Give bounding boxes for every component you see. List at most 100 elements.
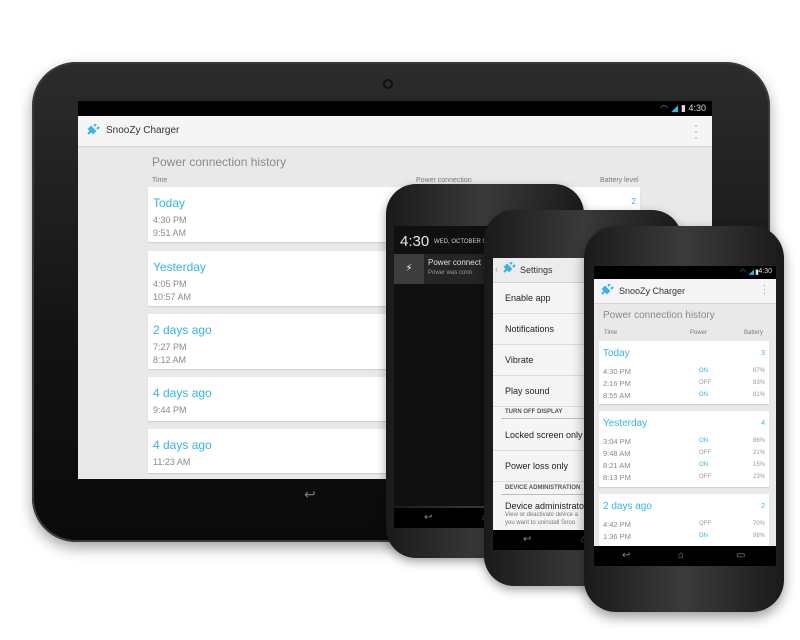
history-row: 1:36 PM ON 98% <box>603 532 765 543</box>
plug-icon: ⚡ <box>394 254 424 284</box>
tablet-action-bar: SnooZy Charger · · · <box>78 116 712 147</box>
row-battery: 23% <box>752 474 765 480</box>
history-row: 8:55 AM ON 81% <box>603 391 765 402</box>
row-battery: 21% <box>752 450 765 456</box>
plug-logo-icon <box>87 124 100 135</box>
back-icon[interactable]: ↩ <box>622 550 630 561</box>
signal-icon: ◢ <box>671 103 678 113</box>
wifi-icon: ◠ <box>739 269 746 276</box>
settings-item-label: Play sound <box>505 386 550 396</box>
history-row: 8:13 PM OFF 23% <box>603 473 765 484</box>
status-time: 4:30 <box>688 103 706 113</box>
settings-item-label: Locked screen only <box>505 430 583 440</box>
settings-title: Settings <box>520 265 553 275</box>
card-count: 2 <box>761 503 765 510</box>
notification-text: Power was conn <box>428 270 473 276</box>
status-time: 4:30 <box>758 268 772 275</box>
back-icon[interactable]: ↩ <box>523 534 531 545</box>
row-power: ON <box>699 462 708 468</box>
up-chevron-icon[interactable]: ‹ <box>495 264 498 274</box>
card-day: 4 days ago <box>153 438 212 452</box>
card-time: 8:12 AM <box>153 355 187 365</box>
row-battery: 67% <box>752 368 765 374</box>
column-battery: Battery level <box>600 177 639 184</box>
row-time: 8:13 PM <box>603 473 631 482</box>
phone-status-bar: ◠ ◢ ▮ 4:30 <box>594 266 776 279</box>
history-row: 2:16 PM OFF 83% <box>603 379 765 390</box>
row-time: 3:04 PM <box>603 437 631 446</box>
signal-icon: ◢ <box>748 269 754 276</box>
column-power: Power connection <box>416 177 472 184</box>
row-battery: 81% <box>752 392 765 398</box>
row-power: ON <box>699 368 708 374</box>
history-screen: ◠ ◢ ▮ 4:30 SnooZy Charger · · · Power conn… <box>594 266 776 546</box>
settings-item-label: Power loss only <box>505 461 569 471</box>
row-time: 9:48 AM <box>603 449 631 458</box>
page-title: Power connection history <box>603 310 715 321</box>
row-battery: 98% <box>752 533 765 539</box>
phone-action-bar: SnooZy Charger · · · <box>594 279 776 304</box>
plug-logo-icon <box>601 284 614 295</box>
row-time: 8:21 AM <box>603 461 631 470</box>
section-header: TURN OFF DISPLAY <box>505 409 563 415</box>
section-header: DEVICE ADMINISTRATION <box>505 485 581 491</box>
tablet-camera <box>383 79 393 89</box>
card-time: 4:30 PM <box>153 215 187 225</box>
page-title: Power connection history <box>152 155 287 169</box>
tablet-status-bar: ◠ ◢ ▮ 4:30 <box>78 101 712 116</box>
row-power: OFF <box>699 450 711 456</box>
card-time: 9:44 PM <box>153 405 187 415</box>
row-power: ON <box>699 438 708 444</box>
card-day: Yesterday <box>153 260 206 274</box>
overflow-menu-icon[interactable]: · · · <box>694 119 698 143</box>
app-title: SnooZy Charger <box>106 125 180 136</box>
card-day: Today <box>153 196 186 210</box>
settings-item-label: Notifications <box>505 324 555 334</box>
recents-icon[interactable]: ▭ <box>736 550 745 561</box>
row-battery: 15% <box>752 462 765 468</box>
settings-item-summary: you want to uninstall Snoo <box>505 520 576 526</box>
history-row: 3:04 PM ON 86% <box>603 437 765 448</box>
history-row: 4:42 PM OFF 70% <box>603 520 765 531</box>
card-time: 11:23 AM <box>153 457 191 467</box>
plug-logo-icon <box>503 262 516 273</box>
battery-icon: ▮ <box>681 103 686 113</box>
settings-item-summary: View or deactivate device a <box>505 512 578 518</box>
row-power: OFF <box>699 521 711 527</box>
back-icon[interactable]: ↩ <box>424 512 432 523</box>
history-row: 4:30 PM ON 67% <box>603 367 765 378</box>
overflow-menu-icon[interactable]: · · · <box>763 281 766 298</box>
back-icon[interactable]: ↩ <box>304 486 316 503</box>
notification-title: Power connect <box>428 258 481 267</box>
row-time: 4:30 PM <box>603 367 631 376</box>
history-row: 9:48 AM OFF 21% <box>603 449 765 460</box>
card-time: 10:57 AM <box>153 292 192 302</box>
history-card[interactable]: Yesterday 4 3:04 PM ON 86% 9:48 AM OFF 21% 8… <box>599 411 769 487</box>
shade-date: WED, OCTOBER 9 <box>434 239 486 245</box>
row-time: 4:42 PM <box>603 520 631 529</box>
row-power: ON <box>699 392 708 398</box>
card-day: 2 days ago <box>153 323 212 337</box>
card-day: 4 days ago <box>153 386 212 400</box>
shade-time: 4:30 <box>400 233 430 250</box>
wifi-icon: ◠ <box>660 103 668 113</box>
row-power: ON <box>699 533 708 539</box>
row-time: 8:55 AM <box>603 391 631 400</box>
home-icon[interactable]: ⌂ <box>678 550 684 561</box>
app-title: SnooZy Charger <box>619 286 686 296</box>
row-battery: 86% <box>752 438 765 444</box>
card-time: 7:27 PM <box>153 342 187 352</box>
history-card[interactable]: 2 days ago 2 4:42 PM OFF 70% 1:36 PM ON 98% <box>599 494 769 546</box>
card-count: 4 <box>761 420 765 427</box>
card-count: 2 <box>631 197 636 206</box>
row-time: 2:16 PM <box>603 379 631 388</box>
card-time: 4:05 PM <box>153 279 187 289</box>
column-time: Time <box>152 177 168 184</box>
settings-item-label: Vibrate <box>505 355 534 365</box>
history-card[interactable]: Today 3 4:30 PM ON 67% 2:16 PM OFF 83% 8:55 … <box>599 341 769 404</box>
row-battery: 83% <box>752 380 765 386</box>
card-day: Yesterday <box>603 418 648 429</box>
column-time: Time <box>604 330 618 336</box>
settings-item-label: Device administrator <box>505 501 588 511</box>
row-power: OFF <box>699 474 711 480</box>
